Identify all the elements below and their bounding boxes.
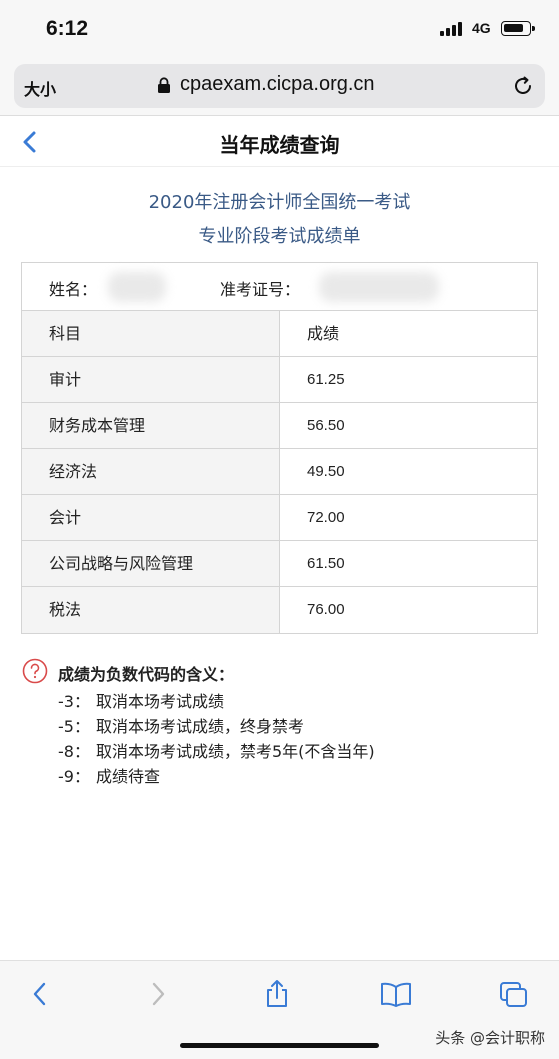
candidate-info-row: 姓名： 准考证号： (22, 263, 537, 311)
status-bar: 6:12 4G (0, 0, 559, 58)
tabs-icon[interactable] (498, 979, 530, 1009)
note-item: -3： 取消本场考试成绩 (58, 688, 224, 712)
score-cell: 49.50 (280, 449, 537, 494)
back-icon[interactable] (26, 979, 54, 1009)
bookmarks-icon[interactable] (379, 979, 413, 1009)
share-icon[interactable] (263, 979, 291, 1009)
table-row: 会计 72.00 (22, 495, 537, 541)
redacted-ticket-number (319, 272, 439, 302)
lock-icon (158, 77, 170, 93)
page-title: 当年成绩查询 (219, 133, 340, 157)
redacted-name (108, 272, 166, 302)
table-row: 公司战略与风险管理 61.50 (22, 541, 537, 587)
battery-icon (501, 21, 535, 36)
home-indicator (180, 1043, 379, 1048)
name-label: 姓名： (49, 280, 98, 299)
table-row: 审计 61.25 (22, 357, 537, 403)
signal-icon (440, 22, 466, 36)
note-text: 成绩待查 (96, 767, 161, 786)
score-cell: 72.00 (280, 495, 537, 540)
note-text: 取消本场考试成绩 (96, 692, 225, 711)
subject-cell: 会计 (22, 495, 280, 540)
text-size-button[interactable]: 大小 (24, 76, 56, 100)
status-time: 6:12 (46, 17, 89, 40)
note-item: -5： 取消本场考试成绩，终身禁考 (58, 713, 304, 737)
score-table: 姓名： 准考证号： 科目 成绩 审计 61.25 财务成本管理 56.50 经济… (21, 262, 538, 634)
note-item: -9： 成绩待查 (58, 763, 160, 787)
table-row: 税法 76.00 (22, 587, 537, 633)
note-text: 取消本场考试成绩，终身禁考 (96, 717, 305, 736)
score-cell: 56.50 (280, 403, 537, 448)
score-header: 成绩 (280, 311, 537, 356)
note-code: -3： (58, 692, 90, 711)
table-row: 财务成本管理 56.50 (22, 403, 537, 449)
subject-cell: 公司战略与风险管理 (22, 541, 280, 586)
ticket-number-label: 准考证号： (220, 280, 301, 299)
watermark: 头条 @会计职称 (435, 1029, 545, 1047)
subject-cell: 税法 (22, 587, 280, 633)
table-row: 经济法 49.50 (22, 449, 537, 495)
page-header: 当年成绩查询 (0, 117, 559, 167)
table-header-row: 科目 成绩 (22, 311, 537, 357)
note-text: 取消本场考试成绩，禁考5年(不含当年) (96, 742, 375, 761)
score-cell: 61.50 (280, 541, 537, 586)
reload-icon[interactable] (511, 74, 535, 98)
network-label: 4G (472, 20, 491, 36)
note-code: -8： (58, 742, 90, 761)
report-title: 2020年注册会计师全国统一考试 (148, 192, 411, 213)
note-code: -5： (58, 717, 90, 736)
help-icon (22, 658, 48, 684)
report-subtitle: 专业阶段考试成绩单 (198, 226, 361, 247)
browser-address-area: 大小 cpaexam.cicpa.org.cn (0, 58, 559, 116)
forward-icon[interactable] (144, 979, 172, 1009)
note-item: -8： 取消本场考试成绩，禁考5年(不含当年) (58, 738, 375, 762)
subject-cell: 财务成本管理 (22, 403, 280, 448)
note-code: -9： (58, 767, 90, 786)
subject-header: 科目 (22, 311, 280, 356)
score-cell: 61.25 (280, 357, 537, 402)
score-cell: 76.00 (280, 587, 537, 633)
url-text[interactable]: cpaexam.cicpa.org.cn (180, 73, 375, 96)
subject-cell: 经济法 (22, 449, 280, 494)
notes-title: 成绩为负数代码的含义： (58, 665, 235, 684)
subject-cell: 审计 (22, 357, 280, 402)
address-bar[interactable]: 大小 cpaexam.cicpa.org.cn (14, 64, 545, 108)
